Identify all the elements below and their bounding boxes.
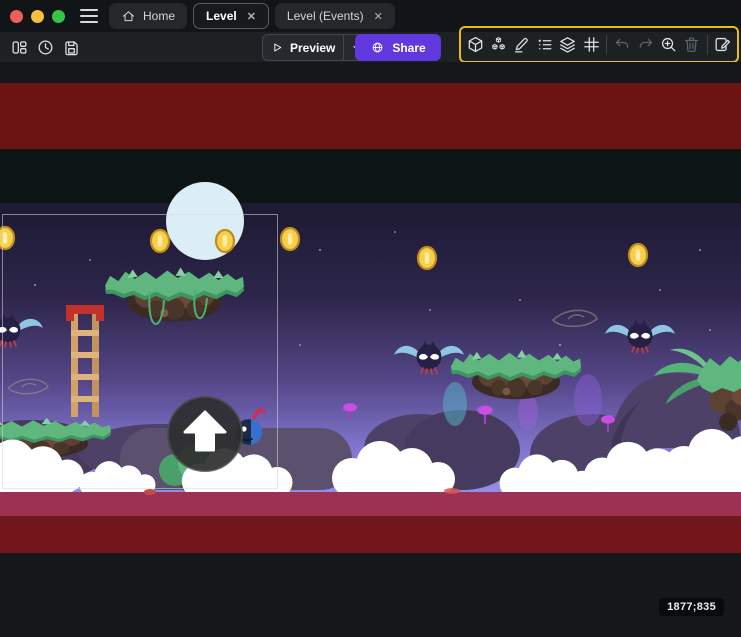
tab-level[interactable]: Level ✕ [193, 3, 269, 29]
save-icon [62, 38, 81, 57]
objects-panel-button[interactable] [464, 33, 486, 57]
redo-icon [636, 35, 655, 54]
history-button[interactable] [34, 35, 57, 59]
delete-button[interactable] [681, 33, 703, 57]
upper-dark-band [0, 149, 741, 203]
toolbar-separator [707, 35, 708, 55]
toggle-grid-button[interactable] [580, 33, 602, 57]
tab-bar: Home Level ✕ Level (Events) ✕ [109, 3, 395, 29]
globe-icon [370, 40, 385, 55]
grid-icon [582, 35, 601, 54]
object-groups-panel-button[interactable] [487, 33, 509, 57]
scene-properties-button[interactable] [712, 33, 734, 57]
scene-render[interactable] [0, 62, 741, 637]
paint-brush-button[interactable] [510, 33, 532, 57]
paint-drip [444, 488, 460, 494]
paint-drip [144, 489, 156, 495]
window-controls [10, 10, 65, 23]
edit-document-icon [713, 35, 732, 54]
minimize-window-button[interactable] [31, 10, 44, 23]
share-button[interactable]: Share [355, 34, 441, 61]
pencil-icon [512, 35, 531, 54]
cube-group-icon [489, 35, 508, 54]
history-clock-icon [36, 38, 55, 57]
tab-label: Home [143, 9, 175, 23]
save-button[interactable] [60, 35, 83, 59]
instance-list-icon [535, 35, 554, 54]
tab-level-events[interactable]: Level (Events) ✕ [275, 3, 395, 29]
zoom-in-icon [659, 35, 678, 54]
coin-instance[interactable] [216, 230, 234, 252]
jump-control-overlay[interactable] [168, 397, 242, 471]
scene-canvas[interactable]: 1877;835 [0, 62, 741, 637]
close-tab-icon[interactable]: ✕ [374, 10, 383, 23]
preview-label: Preview [290, 41, 335, 55]
undo-button[interactable] [611, 33, 633, 57]
hamburger-menu-icon[interactable] [80, 9, 98, 23]
close-window-button[interactable] [10, 10, 23, 23]
coin-instance[interactable] [418, 247, 436, 269]
maximize-window-button[interactable] [52, 10, 65, 23]
close-tab-icon[interactable]: ✕ [247, 10, 256, 23]
highlighted-tool-group [459, 26, 739, 63]
instances-panel-button[interactable] [534, 33, 556, 57]
coin-instance[interactable] [151, 230, 169, 252]
coin-instance[interactable] [629, 244, 647, 266]
tab-label: Level [206, 9, 237, 23]
tab-label: Level (Events) [287, 9, 364, 23]
layers-panel-button[interactable] [557, 33, 579, 57]
home-icon [121, 9, 136, 24]
play-icon [271, 41, 284, 54]
layers-icon [558, 35, 577, 54]
top-red-band [0, 83, 741, 149]
undo-icon [613, 35, 632, 54]
share-label: Share [392, 41, 425, 55]
toolbar-separator [606, 35, 607, 55]
coin-instance[interactable] [281, 228, 299, 250]
left-tool-group [8, 35, 83, 59]
tab-home[interactable]: Home [109, 3, 187, 29]
main-toolbar: Preview Share [0, 32, 741, 62]
cube-icon [466, 35, 485, 54]
trash-icon [682, 35, 701, 54]
redo-button[interactable] [634, 33, 656, 57]
project-panels-button[interactable] [8, 35, 31, 59]
panels-icon [10, 38, 29, 57]
cursor-coordinates-badge: 1877;835 [659, 598, 724, 616]
application-window: Home Level ✕ Level (Events) ✕ Preview [0, 0, 741, 637]
ground-red-band [0, 516, 741, 553]
lower-crimson-band [0, 492, 741, 516]
zoom-button[interactable] [657, 33, 679, 57]
